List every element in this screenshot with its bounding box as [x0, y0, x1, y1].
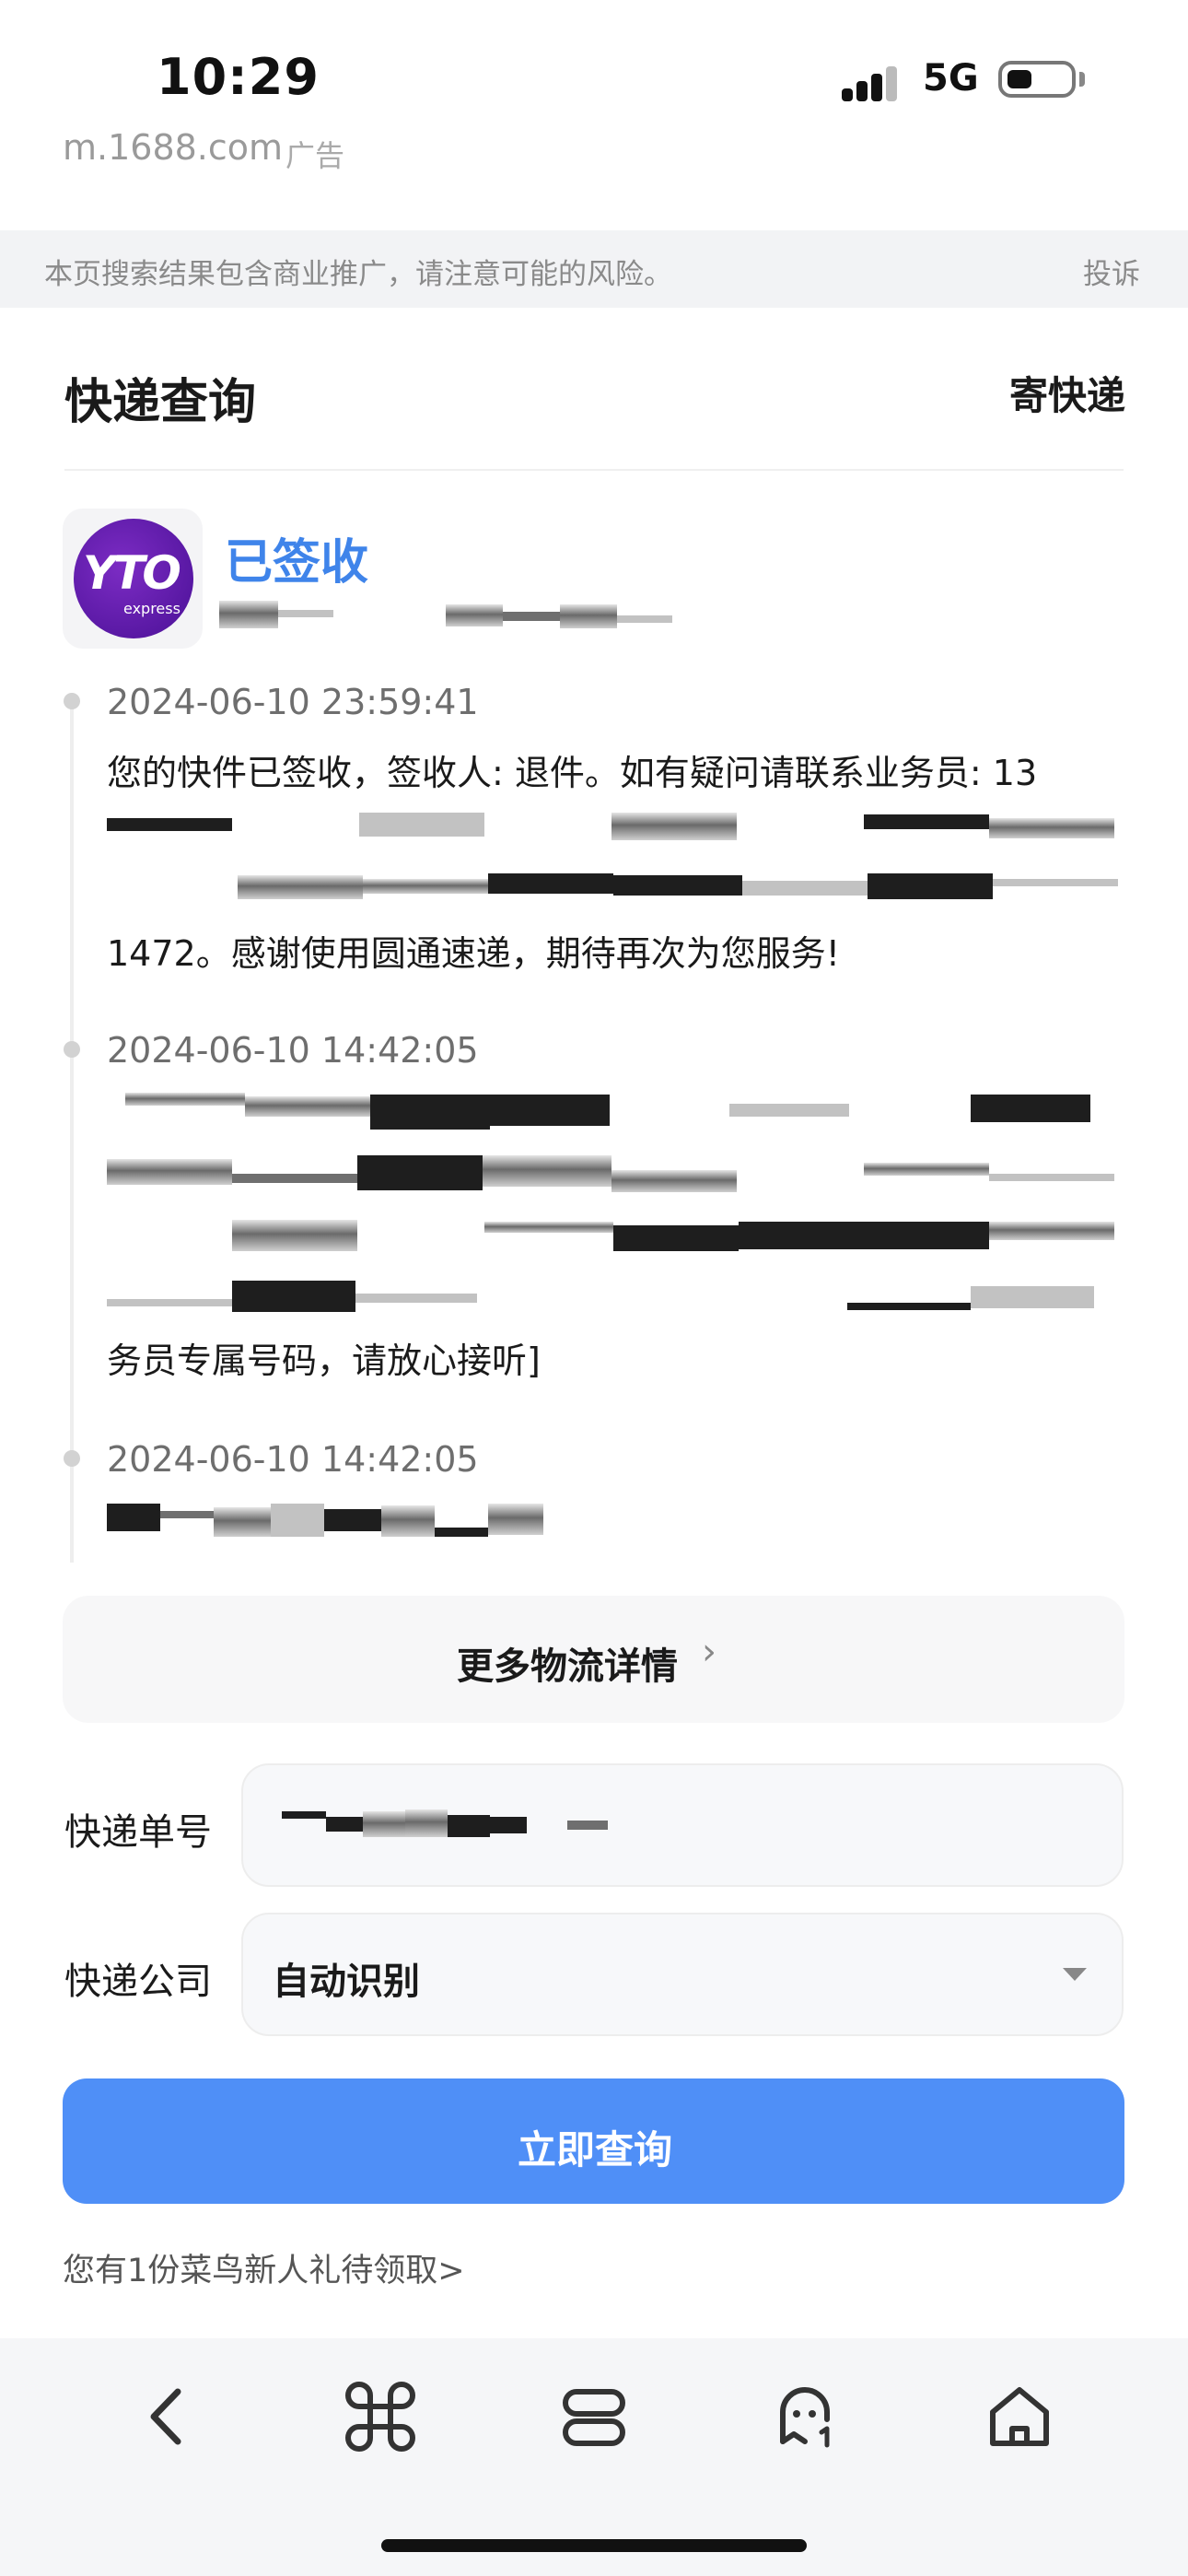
redacted-text: [864, 814, 989, 829]
redacted-text: [232, 1220, 357, 1251]
redacted-text: [993, 879, 1118, 886]
redacted-text: [739, 1222, 864, 1249]
redacted-text: [107, 1299, 232, 1306]
redacted-text: [864, 1222, 989, 1249]
timeline-text: 务员专属号码，请放心接听]: [107, 1341, 541, 1381]
redacted-text: [868, 873, 993, 899]
redacted-text: [488, 1504, 543, 1535]
company-label: 快递公司: [64, 1961, 212, 2003]
redacted-tracking-input: [490, 1817, 527, 1833]
chevron-right-icon: ›: [702, 1631, 716, 1673]
tracking-number-label: 快递单号: [64, 1811, 212, 1854]
redacted-tracking-input: [326, 1817, 363, 1832]
redacted-text: [611, 813, 737, 840]
redacted-text: [357, 1155, 483, 1190]
header-divider: [64, 469, 1124, 471]
battery-icon: [998, 61, 1076, 98]
redacted-text: [484, 1222, 613, 1233]
redacted-text: [355, 1294, 477, 1303]
redacted-text: [971, 1095, 1090, 1122]
redacted-tracking-input: [282, 1811, 326, 1819]
redacted-text: [271, 1504, 324, 1537]
newcomer-gift-link[interactable]: 您有1份菜鸟新人礼待领取>: [63, 2244, 465, 2291]
ad-tag: 广告: [285, 138, 345, 173]
more-details-label: 更多物流详情: [457, 1645, 678, 1688]
redacted-text: [160, 1511, 214, 1518]
tabs-icon[interactable]: [553, 2375, 635, 2458]
home-indicator[interactable]: [381, 2539, 807, 2552]
redacted-text: [864, 1163, 989, 1176]
redacted-text: [370, 1095, 490, 1130]
query-button-label: 立即查询: [518, 2127, 673, 2172]
timeline-time: 2024-06-10 14:42:05: [107, 1030, 479, 1071]
timeline-dot: [64, 1450, 80, 1467]
redacted-tracking-number: [560, 604, 617, 628]
redacted-text: [107, 1504, 160, 1531]
network-type: 5G: [923, 57, 979, 100]
signal-icon: [842, 61, 906, 101]
status-time: 10:29: [157, 48, 320, 106]
logo-text: YTO: [83, 546, 181, 600]
timeline-text: 1472。感谢使用圆通速递，期待再次为您服务!: [107, 933, 840, 974]
redacted-text: [363, 879, 488, 894]
timeline-dot: [64, 693, 80, 709]
send-express-link[interactable]: 寄快递: [1009, 365, 1125, 421]
logo-subtext: express: [123, 600, 181, 617]
redacted-text: [847, 1303, 971, 1310]
redacted-text: [613, 1225, 739, 1251]
redacted-text: [107, 1159, 232, 1185]
redacted-text: [483, 1155, 611, 1187]
page-url[interactable]: m.1688.com: [63, 127, 283, 168]
page-title: 快递查询: [64, 375, 257, 430]
redacted-tracking-input: [405, 1809, 448, 1837]
timeline-time: 2024-06-10 14:42:05: [107, 1439, 479, 1480]
redacted-text: [238, 875, 363, 899]
redacted-text: [989, 1174, 1114, 1181]
redacted-text: [613, 875, 742, 896]
redacted-tracking-input: [448, 1815, 490, 1837]
yto-logo: YTO express: [74, 519, 193, 638]
redacted-text: [214, 1507, 271, 1537]
redacted-text: [989, 818, 1114, 838]
home-icon[interactable]: [978, 2375, 1061, 2458]
redacted-tracking-number: [219, 601, 278, 628]
dropdown-caret-icon: [1063, 1968, 1087, 1981]
redacted-tracking-input: [567, 1821, 608, 1830]
back-icon[interactable]: [126, 2375, 209, 2458]
redacted-text: [125, 1093, 245, 1106]
redacted-text: [742, 881, 868, 896]
battery-tip: [1079, 72, 1085, 87]
redacted-text: [359, 813, 484, 837]
redacted-text: [989, 1222, 1114, 1240]
redacted-text: [381, 1505, 435, 1537]
redacted-text: [971, 1286, 1094, 1308]
redacted-text: [488, 873, 613, 894]
redacted-text: [435, 1528, 488, 1537]
redacted-text: [245, 1096, 370, 1117]
redacted-text: [611, 1170, 737, 1192]
command-icon[interactable]: [339, 2375, 422, 2458]
redacted-text: [232, 1281, 355, 1312]
redacted-tracking-number: [446, 604, 503, 626]
risk-notice-text: 本页搜索结果包含商业推广，请注意可能的风险。: [44, 258, 672, 291]
timeline-line: [70, 697, 74, 1563]
redacted-text: [324, 1509, 381, 1531]
delivery-status: 已签收: [225, 535, 369, 591]
redacted-text: [107, 818, 232, 831]
company-selected-value: 自动识别: [273, 1961, 420, 2003]
ghost-icon[interactable]: [764, 2375, 847, 2458]
timeline-text: 您的快件已签收，签收人: 退件。如有疑问请联系业务员: 13: [107, 753, 1038, 793]
redacted-tracking-number: [278, 610, 333, 617]
timeline-dot: [64, 1041, 80, 1058]
redacted-tracking-number: [617, 615, 672, 623]
timeline-time: 2024-06-10 23:59:41: [107, 682, 479, 722]
redacted-tracking-input: [363, 1811, 405, 1837]
redacted-text: [729, 1104, 849, 1117]
redacted-text: [232, 1174, 357, 1183]
redacted-tracking-number: [503, 612, 560, 621]
report-link[interactable]: 投诉: [1083, 251, 1140, 292]
redacted-text: [490, 1095, 610, 1126]
